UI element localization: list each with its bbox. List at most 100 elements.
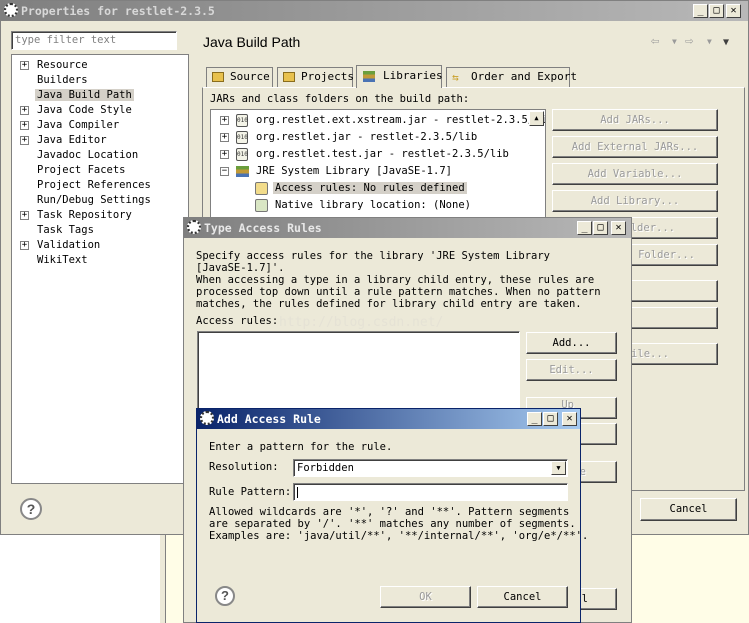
side-button[interactable]: Add Library... (552, 190, 718, 212)
tree-scroll-up-button[interactable]: ▲ (529, 111, 544, 126)
nav-item-label: Java Code Style (37, 104, 132, 116)
maximize-button[interactable]: □ (593, 221, 608, 235)
eclipse-icon (187, 220, 201, 234)
nav-item[interactable]: + Java Compiler (12, 119, 188, 133)
library-child-label: Native library location: (None) (275, 199, 471, 211)
help-icon[interactable]: ? (215, 586, 235, 606)
nav-item[interactable]: Builders (12, 74, 188, 88)
nav-item[interactable]: + Resource (12, 59, 188, 73)
nav-item-label: Resource (37, 59, 88, 71)
properties-titlebar[interactable]: Properties for restlet-2.3.5 _ □ ✕ (1, 1, 748, 21)
expand-icon[interactable]: + (220, 133, 229, 142)
nav-item[interactable]: Task Tags (12, 224, 188, 238)
expand-icon[interactable]: + (220, 150, 229, 159)
nav-item[interactable]: Run/Debug Settings (12, 194, 188, 208)
library-tree-label: org.restlet.jar - restlet-2.3.5/lib (256, 131, 478, 143)
add-rule-titlebar[interactable]: Add Access Rule _ □ ✕ (197, 409, 580, 429)
resolution-select[interactable]: Forbidden ▼ (293, 459, 568, 477)
nav-item[interactable]: WikiText (12, 254, 188, 268)
nav-item[interactable]: + Java Code Style (12, 104, 188, 118)
close-button[interactable]: ✕ (562, 412, 577, 426)
expand-icon[interactable]: + (20, 106, 29, 115)
expand-icon[interactable]: + (20, 211, 29, 220)
close-button[interactable]: ✕ (726, 4, 741, 18)
tab-order-export-label: Order and Export (471, 70, 577, 83)
add-rule-title: Add Access Rule (217, 412, 321, 426)
type-rules-desc-5: matches, the rules defined for library c… (196, 298, 582, 310)
close-button[interactable]: ✕ (611, 221, 626, 235)
nav-item-label: Java Compiler (37, 119, 120, 131)
eclipse-icon (4, 3, 18, 17)
nav-item-label: Task Tags (37, 224, 94, 236)
type-rules-desc-3: When accessing a type in a library child… (196, 274, 595, 286)
tab-order-export[interactable]: ⇆ Order and Export (446, 67, 577, 87)
tab-libraries[interactable]: Libraries (356, 65, 443, 88)
nav-item[interactable]: Project References (12, 179, 188, 193)
minimize-button[interactable]: _ (577, 221, 592, 235)
tab-projects-label: Projects (301, 70, 354, 83)
cancel-button[interactable]: Cancel (640, 498, 737, 521)
tab-projects[interactable]: Projects (277, 67, 354, 87)
maximize-button[interactable]: □ (543, 412, 558, 426)
forward-arrow-icon[interactable]: ⇨ (685, 33, 693, 49)
type-rules-titlebar[interactable]: Type Access Rules _ □ ✕ (184, 218, 631, 238)
side-button-label: Add JARs... (600, 114, 670, 126)
filter-placeholder: type filter text (15, 34, 117, 46)
nav-item[interactable]: + Validation (12, 239, 188, 253)
collapse-icon[interactable]: − (220, 167, 229, 176)
back-arrow-icon[interactable]: ⇦ (651, 33, 659, 49)
nav-item[interactable]: Project Facets (12, 164, 188, 178)
nav-item[interactable]: Javadoc Location (12, 149, 188, 163)
add-access-rule-dialog: Add Access Rule _ □ ✕ Enter a pattern fo… (196, 408, 588, 623)
library-child-label: Access rules: No rules defined (273, 182, 467, 194)
watermark: http://blog.csdn.net/ (279, 315, 444, 330)
minimize-button[interactable]: _ (693, 4, 708, 18)
nav-item[interactable]: + Java Editor (12, 134, 188, 148)
nav-item-label: Run/Debug Settings (37, 194, 151, 206)
maximize-button[interactable]: □ (709, 4, 724, 18)
add-rule-button[interactable]: Add... (526, 332, 617, 354)
rule-pattern-input[interactable] (293, 483, 568, 501)
nav-item[interactable]: + Task Repository (12, 209, 188, 223)
side-button[interactable]: Add External JARs... (552, 136, 718, 158)
edit-rule-button[interactable]: Edit... (526, 359, 617, 381)
jar-icon: 010 (236, 148, 248, 161)
nav-item-label: Java Editor (37, 134, 107, 146)
forward-dropdown-icon[interactable]: ▼ (707, 37, 712, 46)
add-rule-cancel-button[interactable]: Cancel (477, 586, 568, 608)
minimize-button[interactable]: _ (527, 412, 542, 426)
side-button-label: Add Library... (590, 195, 680, 207)
add-rule-cancel-label: Cancel (503, 591, 542, 603)
library-tree-label: JRE System Library [JavaSE-1.7] (256, 165, 452, 177)
help-icon-glyph: ? (26, 501, 36, 517)
library-tree-item[interactable]: +010 org.restlet.ext.xstream.jar - restle… (211, 113, 545, 128)
library-child-item[interactable]: Access rules: No rules defined (211, 181, 531, 196)
library-tree-label: org.restlet.ext.xstream.jar - restlet-2.… (256, 114, 546, 126)
tab-source-label: Source (230, 70, 270, 83)
library-tree-item[interactable]: − JRE System Library [JavaSE-1.7] (211, 164, 531, 179)
tab-source[interactable]: Source (206, 67, 273, 87)
view-menu-icon[interactable]: ▼ (723, 37, 729, 48)
expand-icon[interactable]: + (220, 116, 229, 125)
ok-button[interactable]: OK (380, 586, 471, 608)
library-tree-item[interactable]: +010 org.restlet.test.jar - restlet-2.3.5… (211, 147, 531, 162)
expand-icon[interactable]: + (20, 121, 29, 130)
back-dropdown-icon[interactable]: ▼ (672, 37, 677, 46)
expand-icon[interactable]: + (20, 136, 29, 145)
library-tree[interactable]: +010 org.restlet.ext.xstream.jar - restle… (210, 109, 546, 229)
rule-pattern-label: Rule Pattern: (209, 486, 292, 498)
expand-icon[interactable]: + (20, 61, 29, 70)
library-child-item[interactable]: Native library location: (None) (211, 198, 531, 213)
side-button[interactable]: Add Variable... (552, 163, 718, 185)
type-rules-desc-2: [JavaSE-1.7]'. (196, 262, 285, 274)
side-button[interactable]: Add JARs... (552, 109, 718, 131)
chevron-down-icon[interactable]: ▼ (551, 461, 566, 475)
help-icon[interactable]: ? (20, 498, 42, 520)
filter-input[interactable]: type filter text (11, 31, 177, 50)
access-rules-list[interactable] (197, 331, 520, 415)
library-tree-item[interactable]: +010 org.restlet.jar - restlet-2.3.5/lib (211, 130, 531, 145)
nav-item[interactable]: Java Build Path (12, 89, 188, 103)
text-caret (297, 487, 298, 498)
expand-icon[interactable]: + (20, 241, 29, 250)
properties-title: Properties for restlet-2.3.5 (21, 4, 215, 18)
